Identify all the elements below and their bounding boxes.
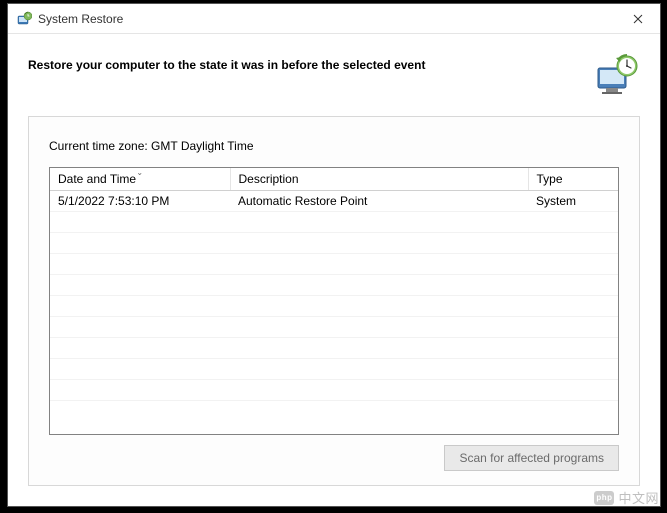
sort-descending-icon: ⌄ <box>136 168 143 177</box>
watermark-text: 中文网 <box>618 488 659 507</box>
system-restore-window: System Restore Restore your computer to … <box>7 3 661 507</box>
table-row <box>50 274 618 295</box>
table-row <box>50 379 618 400</box>
php-logo-icon: php <box>594 491 614 505</box>
close-button[interactable] <box>615 4 660 33</box>
footer-actions: Scan for affected programs <box>49 445 619 471</box>
restore-points-table: Date and Time ⌄ Description Type 5/1/202… <box>49 167 619 435</box>
table-row <box>50 253 618 274</box>
watermark: php 中文网 <box>594 488 659 507</box>
system-restore-icon <box>16 11 32 27</box>
column-label: Description <box>239 172 299 186</box>
table-row <box>50 211 618 232</box>
cell-description: Automatic Restore Point <box>230 190 528 211</box>
page-heading: Restore your computer to the state it wa… <box>28 58 425 72</box>
table-row <box>50 295 618 316</box>
table-row <box>50 358 618 379</box>
close-icon <box>633 14 643 24</box>
timezone-label: Current time zone: GMT Daylight Time <box>49 139 619 153</box>
column-label: Date and Time <box>58 172 136 186</box>
window-title: System Restore <box>38 12 615 26</box>
table-row <box>50 337 618 358</box>
table-header-row: Date and Time ⌄ Description Type <box>50 168 618 190</box>
titlebar: System Restore <box>8 4 660 34</box>
table-row[interactable]: 5/1/2022 7:53:10 PM Automatic Restore Po… <box>50 190 618 211</box>
column-header-type[interactable]: Type <box>528 168 618 190</box>
column-label: Type <box>537 172 563 186</box>
restore-large-icon <box>594 54 640 96</box>
column-header-datetime[interactable]: Date and Time ⌄ <box>50 168 230 190</box>
header-section: Restore your computer to the state it wa… <box>8 34 660 106</box>
table-row <box>50 232 618 253</box>
column-header-description[interactable]: Description <box>230 168 528 190</box>
scan-affected-button[interactable]: Scan for affected programs <box>444 445 619 471</box>
table-row <box>50 316 618 337</box>
cell-type: System <box>528 190 618 211</box>
cell-datetime: 5/1/2022 7:53:10 PM <box>50 190 230 211</box>
content-panel: Current time zone: GMT Daylight Time Dat… <box>28 116 640 486</box>
